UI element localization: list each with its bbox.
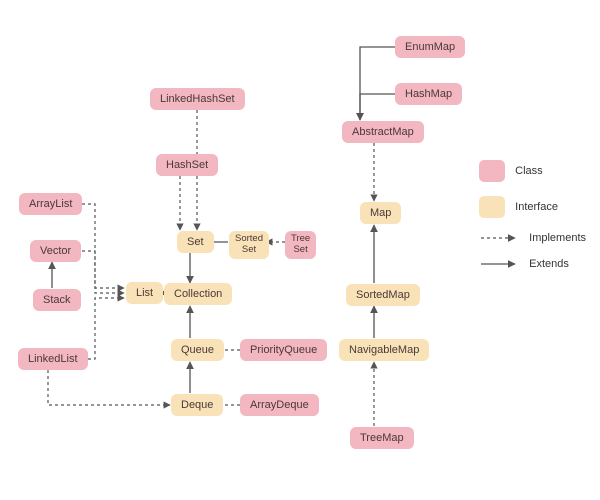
node-vector: Vector bbox=[30, 240, 81, 262]
legend-class: Class bbox=[479, 160, 586, 182]
node-arraylist: ArrayList bbox=[19, 193, 82, 215]
node-linkedhashset: LinkedHashSet bbox=[150, 88, 245, 110]
node-hashmap: HashMap bbox=[395, 83, 462, 105]
node-set: Set bbox=[177, 231, 214, 253]
node-priorityqueue: PriorityQueue bbox=[240, 339, 327, 361]
node-stack: Stack bbox=[33, 289, 81, 311]
legend-swatch-class bbox=[479, 160, 505, 182]
legend-label-implements: Implements bbox=[529, 232, 586, 244]
legend-line-dashed bbox=[479, 233, 519, 243]
node-collection: Collection bbox=[164, 283, 232, 305]
legend-label-extends: Extends bbox=[529, 258, 569, 270]
node-hashset: HashSet bbox=[156, 154, 218, 176]
node-list: List bbox=[126, 282, 163, 304]
node-sortedset: SortedSet bbox=[229, 231, 269, 259]
node-sortedmap: SortedMap bbox=[346, 284, 420, 306]
node-deque: Deque bbox=[171, 394, 223, 416]
legend-line-solid bbox=[479, 259, 519, 269]
legend-interface: Interface bbox=[479, 196, 586, 218]
legend-label-class: Class bbox=[515, 165, 543, 177]
node-linkedlist: LinkedList bbox=[18, 348, 88, 370]
node-map: Map bbox=[360, 202, 401, 224]
legend-label-interface: Interface bbox=[515, 201, 558, 213]
node-treeset: TreeSet bbox=[285, 231, 316, 259]
legend: Class Interface Implements Extends bbox=[479, 160, 586, 284]
node-navigablemap: NavigableMap bbox=[339, 339, 429, 361]
legend-swatch-interface bbox=[479, 196, 505, 218]
node-treemap: TreeMap bbox=[350, 427, 414, 449]
node-arraydeque: ArrayDeque bbox=[240, 394, 319, 416]
legend-extends: Extends bbox=[479, 258, 586, 270]
node-enummap: EnumMap bbox=[395, 36, 465, 58]
node-abstractmap: AbstractMap bbox=[342, 121, 424, 143]
node-queue: Queue bbox=[171, 339, 224, 361]
legend-implements: Implements bbox=[479, 232, 586, 244]
